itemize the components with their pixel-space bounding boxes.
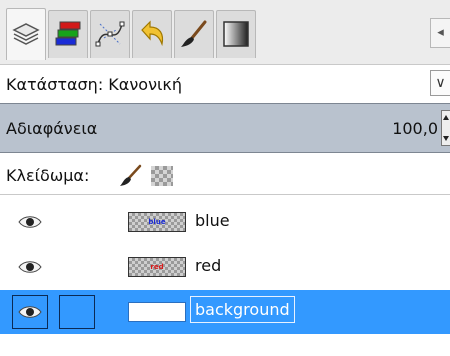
chevron-down-icon: ∨ [435, 75, 446, 91]
gradients-tab[interactable] [216, 10, 256, 58]
visibility-eye-icon[interactable] [17, 213, 43, 231]
spin-down-icon[interactable] [443, 136, 449, 141]
layer-thumbnail: blue [128, 212, 186, 232]
mode-label: Κατάσταση: Κανονική [6, 75, 182, 94]
gradient-icon [223, 21, 249, 47]
thumbnail-text: red [150, 263, 164, 271]
brush-icon [181, 20, 207, 47]
undo-icon [141, 20, 164, 47]
layer-thumbnail: red [128, 257, 186, 277]
layers-icon [12, 23, 40, 45]
layer-name[interactable]: red [195, 256, 221, 275]
visibility-toggle[interactable] [12, 295, 48, 329]
thumbnail-text: blue [148, 218, 166, 226]
layer-thumbnail [128, 302, 186, 322]
dock-tab-strip: ◂ [0, 0, 450, 65]
opacity-value[interactable]: 100,0 [392, 119, 438, 138]
layer-name[interactable]: blue [195, 211, 230, 230]
mode-selector[interactable]: Κατάσταση: Κανονική ∨ [0, 68, 450, 100]
tab-menu-button[interactable]: ◂ [430, 18, 450, 48]
lock-alpha-icon[interactable] [151, 166, 173, 186]
spin-up-icon[interactable] [443, 115, 449, 120]
layer-row[interactable]: red red [0, 245, 450, 289]
mode-dropdown-button[interactable]: ∨ [430, 70, 450, 96]
layers-tab[interactable] [6, 8, 46, 60]
layer-row[interactable]: blue blue [0, 200, 450, 244]
paths-tab[interactable] [90, 10, 130, 58]
layer-row-selected[interactable]: background [0, 290, 450, 334]
channels-tab[interactable] [48, 10, 88, 58]
opacity-slider[interactable]: Αδιαφάνεια 100,0 [0, 103, 450, 153]
lock-row: Κλείδωμα: [0, 160, 450, 192]
paths-icon [95, 21, 125, 47]
channels-icon [55, 21, 81, 46]
opacity-label: Αδιαφάνεια [6, 119, 98, 138]
visibility-eye-icon[interactable] [17, 258, 43, 276]
menu-left-arrow-icon: ◂ [437, 25, 444, 40]
lock-label: Κλείδωμα: [6, 166, 90, 185]
layer-name-editor[interactable]: background [190, 296, 295, 323]
visibility-eye-icon [18, 306, 42, 318]
lock-pixels-icon[interactable] [118, 164, 144, 188]
link-toggle[interactable] [59, 295, 95, 329]
opacity-spin-button[interactable] [441, 110, 450, 146]
brushes-tab[interactable] [174, 10, 214, 58]
layers-list: blue blue red red background [0, 194, 450, 356]
undo-history-tab[interactable] [132, 10, 172, 58]
